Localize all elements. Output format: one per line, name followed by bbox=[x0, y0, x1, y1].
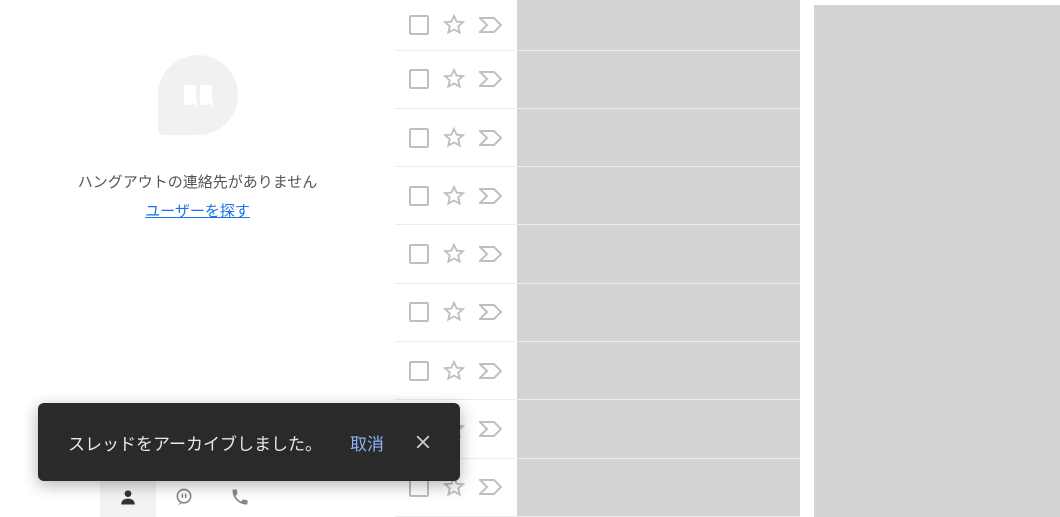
mail-checkbox[interactable] bbox=[409, 244, 429, 264]
mail-checkbox[interactable] bbox=[409, 361, 429, 381]
importance-marker-icon[interactable] bbox=[479, 70, 503, 88]
importance-marker-icon[interactable] bbox=[479, 16, 503, 34]
mail-row[interactable] bbox=[395, 342, 800, 400]
hangouts-logo-icon bbox=[158, 55, 238, 135]
mail-checkbox[interactable] bbox=[409, 69, 429, 89]
mail-content-placeholder bbox=[517, 342, 800, 399]
chat-bubble-icon bbox=[174, 487, 194, 507]
close-icon bbox=[414, 433, 432, 451]
importance-marker-icon[interactable] bbox=[479, 187, 503, 205]
mail-content-placeholder bbox=[517, 459, 800, 516]
mail-content-placeholder bbox=[517, 51, 800, 108]
star-icon[interactable] bbox=[443, 360, 465, 382]
tab-hangouts[interactable] bbox=[156, 477, 212, 517]
mail-row[interactable] bbox=[395, 225, 800, 283]
mail-content-placeholder bbox=[517, 284, 800, 341]
importance-marker-icon[interactable] bbox=[479, 478, 503, 496]
mail-checkbox[interactable] bbox=[409, 15, 429, 35]
toast-message: スレッドをアーカイブしました。 bbox=[68, 430, 322, 455]
star-icon[interactable] bbox=[443, 14, 465, 36]
importance-marker-icon[interactable] bbox=[479, 362, 503, 380]
close-toast-button[interactable] bbox=[412, 431, 434, 453]
star-icon[interactable] bbox=[443, 301, 465, 323]
mail-row[interactable] bbox=[395, 51, 800, 109]
mail-row[interactable] bbox=[395, 109, 800, 167]
mail-content-placeholder bbox=[517, 0, 800, 50]
mail-checkbox[interactable] bbox=[409, 302, 429, 322]
main-content bbox=[395, 0, 1060, 517]
importance-marker-icon[interactable] bbox=[479, 303, 503, 321]
mail-content-placeholder bbox=[517, 400, 800, 457]
mail-content-placeholder bbox=[517, 109, 800, 166]
find-user-link[interactable]: ユーザーを探す bbox=[145, 200, 250, 221]
star-icon[interactable] bbox=[443, 185, 465, 207]
undo-button[interactable]: 取消 bbox=[350, 430, 384, 455]
importance-marker-icon[interactable] bbox=[479, 420, 503, 438]
undo-toast: スレッドをアーカイブしました。 取消 bbox=[38, 403, 460, 481]
tab-contacts[interactable] bbox=[100, 477, 156, 517]
star-icon[interactable] bbox=[443, 68, 465, 90]
hangouts-tabs bbox=[100, 476, 268, 517]
star-icon[interactable] bbox=[443, 243, 465, 265]
mail-row[interactable] bbox=[395, 0, 800, 51]
importance-marker-icon[interactable] bbox=[479, 129, 503, 147]
mail-content-placeholder bbox=[517, 167, 800, 224]
star-icon[interactable] bbox=[443, 127, 465, 149]
mail-checkbox[interactable] bbox=[409, 128, 429, 148]
empty-contacts-message: ハングアウトの連絡先がありません bbox=[78, 171, 318, 192]
person-icon bbox=[118, 487, 138, 507]
mail-row[interactable] bbox=[395, 167, 800, 225]
phone-icon bbox=[230, 487, 250, 507]
mail-content-placeholder bbox=[517, 225, 800, 282]
importance-marker-icon[interactable] bbox=[479, 245, 503, 263]
mail-row[interactable] bbox=[395, 284, 800, 342]
mail-checkbox[interactable] bbox=[409, 186, 429, 206]
tab-calls[interactable] bbox=[212, 477, 268, 517]
side-panel-placeholder bbox=[814, 5, 1060, 517]
